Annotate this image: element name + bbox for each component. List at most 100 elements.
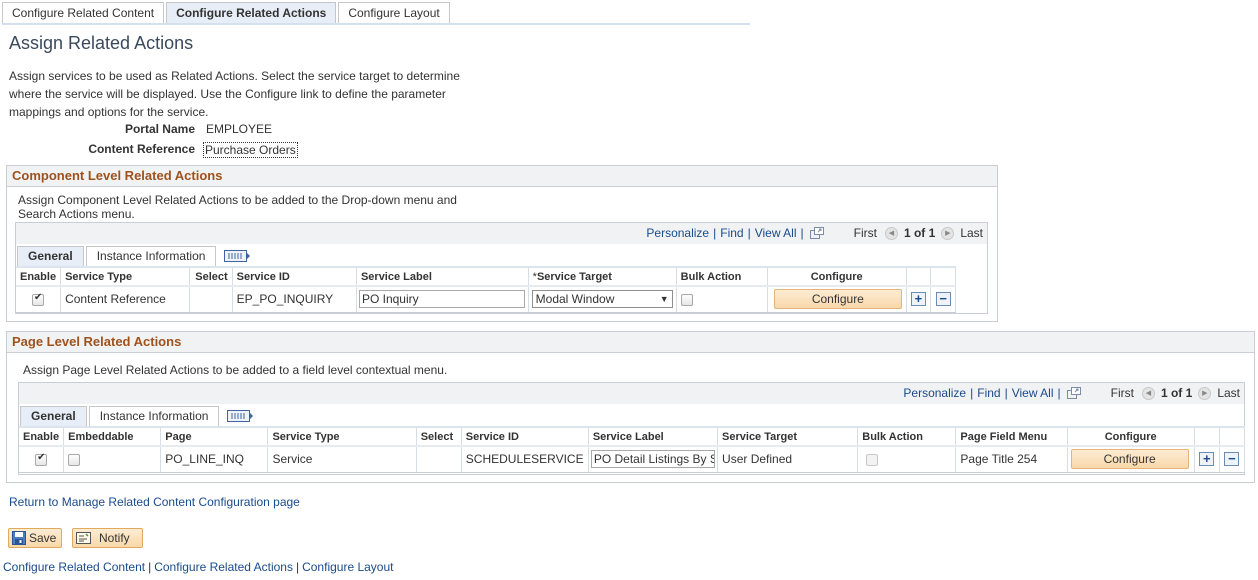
tab-configure-related-actions[interactable]: Configure Related Actions xyxy=(166,2,337,24)
column-header-service-id: Service ID xyxy=(461,426,589,447)
service-type-cell: Service xyxy=(267,446,417,473)
find-link[interactable]: Find xyxy=(720,226,743,240)
personalize-link[interactable]: Personalize xyxy=(903,386,966,400)
view-all-link[interactable]: View All xyxy=(755,226,797,240)
next-row-icon[interactable]: ▶ xyxy=(1198,386,1212,400)
delete-row-button[interactable]: − xyxy=(1224,452,1240,467)
component-level-description: Assign Component Level Related Actions t… xyxy=(18,193,457,221)
tab-instance-information[interactable]: Instance Information xyxy=(85,246,217,266)
popout-grid-icon[interactable] xyxy=(809,227,824,239)
tab-instance-information[interactable]: Instance Information xyxy=(88,406,220,426)
grid-nav-bar: Personalize | Find | View All | First ◀ … xyxy=(16,223,987,244)
add-row-button[interactable]: + xyxy=(910,292,926,307)
last-label: Last xyxy=(960,226,983,240)
column-header-service-label: Service Label xyxy=(356,266,529,287)
column-header-service-target: *Service Target xyxy=(528,266,677,287)
component-level-title: Component Level Related Actions xyxy=(7,166,997,187)
bulk-action-checkbox xyxy=(866,454,879,467)
last-label: Last xyxy=(1217,386,1240,400)
bulk-action-checkbox[interactable] xyxy=(680,294,693,307)
component-level-group: Component Level Related Actions Assign C… xyxy=(6,165,998,322)
component-actions-table: Enable Service Type Select Service ID Se… xyxy=(16,266,956,313)
service-id-cell: EP_PO_INQUIRY xyxy=(232,286,357,313)
grid-tabs: General Instance Information xyxy=(16,244,987,266)
service-label-input[interactable]: PO Detail Listings By S xyxy=(590,450,715,469)
footer-links: Configure Related Content | Configure Rela… xyxy=(3,560,394,574)
table-row: Content Reference EP_PO_INQUIRY PO Inqui… xyxy=(16,286,956,313)
notify-label: Notify xyxy=(99,531,130,545)
notify-button[interactable]: Notify xyxy=(72,528,143,548)
column-header-delete xyxy=(930,266,956,287)
configure-button[interactable]: Configure xyxy=(773,289,902,310)
column-header-service-type: Service Type xyxy=(60,266,191,287)
column-header-enable: Enable xyxy=(16,266,62,287)
show-all-columns-icon[interactable] xyxy=(224,249,251,263)
component-actions-grid: Personalize | Find | View All | First ◀ … xyxy=(15,222,988,314)
enable-checkbox[interactable] xyxy=(32,292,45,307)
column-header-page: Page xyxy=(160,426,269,447)
notify-icon xyxy=(76,532,91,544)
service-label-input[interactable]: PO Inquiry xyxy=(358,290,525,309)
select-cell xyxy=(189,286,233,313)
table-row: PO_LINE_INQ Service SCHEDULESERVICE PO D… xyxy=(19,446,1246,473)
tabs-divider xyxy=(2,23,750,25)
save-icon xyxy=(12,531,26,545)
portal-name-label: Portal Name xyxy=(124,122,195,136)
embeddable-checkbox[interactable] xyxy=(68,454,81,467)
add-row-button[interactable]: + xyxy=(1199,452,1215,467)
delete-row-button[interactable]: − xyxy=(935,292,951,307)
first-label: First xyxy=(853,226,877,240)
tab-general[interactable]: General xyxy=(20,406,87,426)
previous-row-icon[interactable]: ◀ xyxy=(1141,386,1155,400)
page-title: Assign Related Actions xyxy=(9,33,194,53)
show-all-columns-icon[interactable] xyxy=(227,409,254,423)
find-link[interactable]: Find xyxy=(977,386,1000,400)
portal-name-value: EMPLOYEE xyxy=(206,122,273,136)
page-level-description: Assign Page Level Related Actions to be … xyxy=(23,363,448,377)
column-header-bulk-action: Bulk Action xyxy=(676,266,768,287)
tab-configure-related-content[interactable]: Configure Related Content xyxy=(2,2,165,24)
footer-link-configure-layout[interactable]: Configure Layout xyxy=(302,560,393,574)
select-cell xyxy=(416,446,462,473)
column-header-embeddable: Embeddable xyxy=(63,426,162,447)
column-header-add xyxy=(1194,426,1220,447)
column-header-select: Select xyxy=(416,426,462,447)
tab-configure-layout[interactable]: Configure Layout xyxy=(338,2,450,24)
popout-grid-icon[interactable] xyxy=(1066,387,1081,399)
dropdown-arrow-icon: ▼ xyxy=(659,294,669,305)
content-reference-label: Content Reference xyxy=(88,142,195,156)
next-row-icon[interactable]: ▶ xyxy=(941,226,955,240)
page-description: Assign services to be used as Related Ac… xyxy=(9,69,460,119)
row-count: 1 of 1 xyxy=(903,226,936,240)
page-level-group: Page Level Related Actions Assign Page L… xyxy=(6,331,1255,483)
column-header-bulk-action: Bulk Action xyxy=(857,426,957,447)
service-target-select[interactable]: Modal Window ▼ xyxy=(531,290,673,309)
content-reference-link[interactable]: Purchase Orders xyxy=(203,142,298,158)
return-link[interactable]: Return to Manage Related Content Configu… xyxy=(9,495,300,509)
column-header-delete xyxy=(1219,426,1246,447)
page-level-title: Page Level Related Actions xyxy=(7,332,1254,353)
tab-general[interactable]: General xyxy=(17,246,84,266)
footer-link-configure-related-actions[interactable]: Configure Related Actions xyxy=(154,560,293,574)
personalize-link[interactable]: Personalize xyxy=(646,226,709,240)
page-field-menu-cell: Page Title 254 xyxy=(955,446,1068,473)
column-header-enable: Enable xyxy=(19,426,65,447)
service-target-cell: User Defined xyxy=(717,446,859,473)
save-button[interactable]: Save xyxy=(8,528,63,548)
row-count: 1 of 1 xyxy=(1160,386,1193,400)
page-actions-table: Enable Embeddable Page Service Type Sele… xyxy=(19,426,1246,473)
column-header-configure: Configure xyxy=(767,266,907,287)
first-label: First xyxy=(1110,386,1134,400)
footer-link-configure-related-content[interactable]: Configure Related Content xyxy=(3,560,145,574)
enable-checkbox[interactable] xyxy=(35,452,48,467)
save-label: Save xyxy=(29,531,57,545)
top-tabs: Configure Related Content Configure Rela… xyxy=(2,2,452,25)
column-header-page-field-menu: Page Field Menu xyxy=(955,426,1068,447)
view-all-link[interactable]: View All xyxy=(1012,386,1054,400)
configure-button[interactable]: Configure xyxy=(1070,449,1189,470)
grid-nav-bar: Personalize | Find | View All | First ◀ … xyxy=(19,383,1244,404)
previous-row-icon[interactable]: ◀ xyxy=(884,226,898,240)
column-header-add xyxy=(906,266,932,287)
page-cell: PO_LINE_INQ xyxy=(160,446,269,473)
service-type-cell: Content Reference xyxy=(60,286,191,313)
